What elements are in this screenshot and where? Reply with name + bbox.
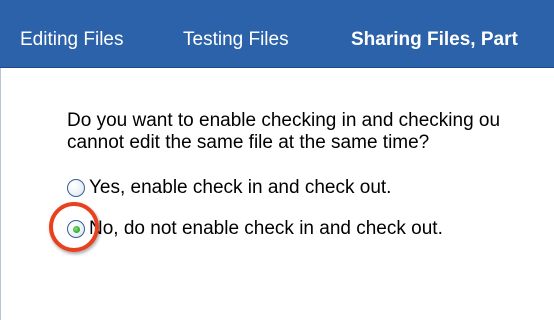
dialog-frame: Editing Files Testing Files Sharing File… xyxy=(0,0,554,320)
radio-no[interactable] xyxy=(67,220,85,238)
option-yes-label: Yes, enable check in and check out. xyxy=(89,177,392,198)
question-line-1: Do you want to enable checking in and ch… xyxy=(67,110,501,131)
radio-yes[interactable] xyxy=(67,179,85,197)
content-panel: Do you want to enable checking in and ch… xyxy=(0,68,553,320)
question-line-2: cannot edit the same file at the same ti… xyxy=(67,132,430,153)
question-text: Do you want to enable checking in and ch… xyxy=(67,110,554,154)
option-no[interactable]: No, do not enable check in and check out… xyxy=(67,217,443,241)
tab-bar: Editing Files Testing Files Sharing File… xyxy=(0,0,554,68)
tab-testing-files[interactable]: Testing Files xyxy=(183,0,289,67)
radio-selected-dot xyxy=(73,226,80,233)
tab-sharing-files[interactable]: Sharing Files, Part xyxy=(351,0,518,67)
tab-editing-files[interactable]: Editing Files xyxy=(20,0,124,67)
option-yes[interactable]: Yes, enable check in and check out. xyxy=(67,176,391,200)
option-no-label: No, do not enable check in and check out… xyxy=(89,218,443,239)
